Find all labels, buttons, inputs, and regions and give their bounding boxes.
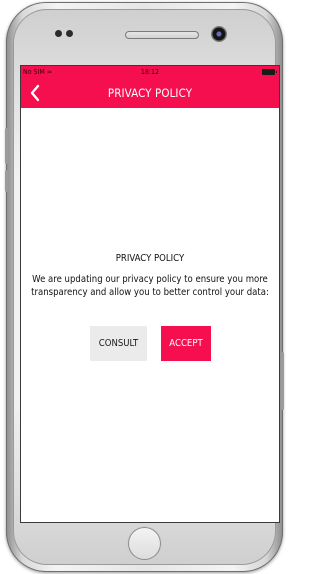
- front-camera-icon: [211, 26, 227, 42]
- privacy-policy-heading: PRIVACY POLICY: [115, 253, 185, 264]
- consult-button[interactable]: CONSULT: [90, 326, 147, 361]
- sensor-icon: [66, 30, 73, 37]
- header-bar: PRIVACY POLICY: [21, 78, 279, 108]
- page-title: PRIVACY POLICY: [107, 86, 193, 100]
- volume-button: [5, 128, 8, 164]
- home-button[interactable]: [128, 527, 161, 560]
- earpiece-speaker: [125, 31, 199, 39]
- back-button[interactable]: [24, 81, 48, 105]
- status-bar: No SIM ≈ 18:12: [21, 66, 279, 78]
- sensor-icon: [55, 30, 62, 37]
- status-time: 18:12: [140, 68, 160, 76]
- battery-icon: [262, 69, 277, 75]
- screen: No SIM ≈ 18:12 PRIVACY POLICY PRIVACY POL…: [21, 66, 279, 522]
- privacy-policy-message: We are updating our privacy policy to en…: [31, 274, 269, 298]
- power-button: [281, 352, 284, 410]
- accept-button[interactable]: ACCEPT: [161, 326, 211, 361]
- privacy-policy-content: PRIVACY POLICY We are updating our priva…: [21, 108, 279, 522]
- side-button: [5, 170, 8, 192]
- chevron-left-icon: [30, 84, 40, 102]
